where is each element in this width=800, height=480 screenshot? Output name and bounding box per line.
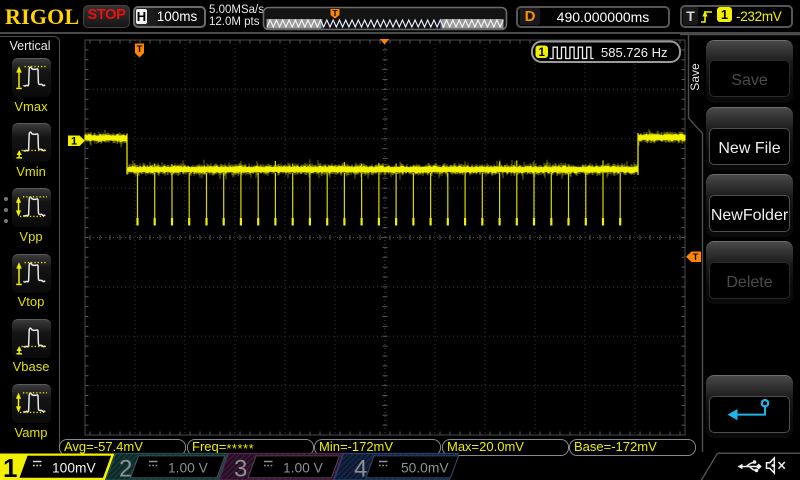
svg-text:1.00 V: 1.00 V [168,461,209,476]
svg-text:3: 3 [234,456,247,480]
svg-text:4: 4 [354,456,367,480]
svg-text:1.00 V: 1.00 V [283,461,324,476]
svg-text:50.0mV: 50.0mV [401,461,449,476]
svg-text:585.726 Hz: 585.726 Hz [601,45,668,60]
svg-text:1: 1 [538,47,545,59]
svg-text:100mV: 100mV [52,461,97,476]
svg-text:T: T [332,8,338,18]
svg-text:2: 2 [119,456,132,480]
svg-text:1: 1 [3,453,17,480]
svg-text:T: T [137,44,143,55]
svg-text:1: 1 [71,136,77,148]
